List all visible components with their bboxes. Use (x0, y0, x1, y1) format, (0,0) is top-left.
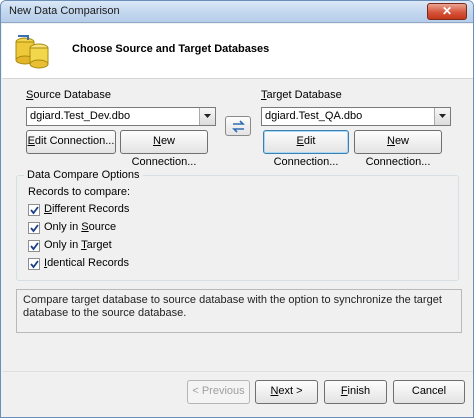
only-in-source-label: Only in Source (44, 221, 117, 233)
chevron-down-icon[interactable] (199, 108, 215, 125)
source-edit-connection-button[interactable]: Edit Connection... (26, 130, 116, 154)
database-compare-icon (15, 35, 49, 69)
footer-divider (2, 371, 473, 372)
page-title: Choose Source and Target Databases (72, 43, 270, 55)
target-database-label: Target Database (261, 89, 342, 101)
source-new-connection-button[interactable]: New Connection... (120, 130, 208, 168)
next-button[interactable]: Next > (255, 380, 318, 404)
source-database-value: dgiard.Test_Dev.dbo (30, 110, 131, 122)
records-to-compare-label: Records to compare: (28, 186, 131, 198)
target-database-combo[interactable]: dgiard.Test_QA.dbo (261, 107, 451, 126)
chevron-down-icon[interactable] (434, 108, 450, 125)
identical-records-label: Identical Records (44, 257, 129, 269)
target-database-value: dgiard.Test_QA.dbo (265, 110, 363, 122)
description-panel: Compare target database to source databa… (16, 289, 462, 333)
only-in-target-checkbox[interactable] (28, 240, 40, 252)
checkmark-icon (30, 206, 39, 215)
only-in-target-label: Only in Target (44, 239, 112, 251)
only-in-source-checkbox[interactable] (28, 222, 40, 234)
different-records-checkbox[interactable] (28, 204, 40, 216)
close-button[interactable]: ✕ (427, 3, 467, 20)
window-title: New Data Comparison (9, 5, 120, 17)
target-edit-connection-button[interactable]: Edit Connection... (263, 130, 349, 168)
swap-databases-button[interactable] (225, 116, 251, 136)
source-database-combo[interactable]: dgiard.Test_Dev.dbo (26, 107, 216, 126)
swap-icon (232, 120, 245, 133)
target-new-connection-button[interactable]: New Connection... (354, 130, 442, 168)
source-database-label: Source Database (26, 89, 112, 101)
finish-button[interactable]: Finish (324, 380, 387, 404)
checkmark-icon (30, 224, 39, 233)
identical-records-checkbox[interactable] (28, 258, 40, 270)
cancel-button[interactable]: Cancel (393, 380, 465, 404)
data-compare-options-title: Data Compare Options (24, 169, 143, 181)
new-data-comparison-dialog: New Data Comparison ✕ Choose Source and … (0, 0, 474, 418)
close-icon: ✕ (441, 4, 453, 18)
wizard-header: Choose Source and Target Databases (2, 24, 473, 79)
different-records-label: Different Records (44, 203, 130, 215)
previous-button[interactable]: < Previous (187, 380, 250, 404)
title-bar[interactable]: New Data Comparison ✕ (1, 1, 473, 23)
wizard-content: Source Database dgiard.Test_Dev.dbo Edit… (2, 80, 473, 356)
checkmark-icon (30, 260, 39, 269)
checkmark-icon (30, 242, 39, 251)
